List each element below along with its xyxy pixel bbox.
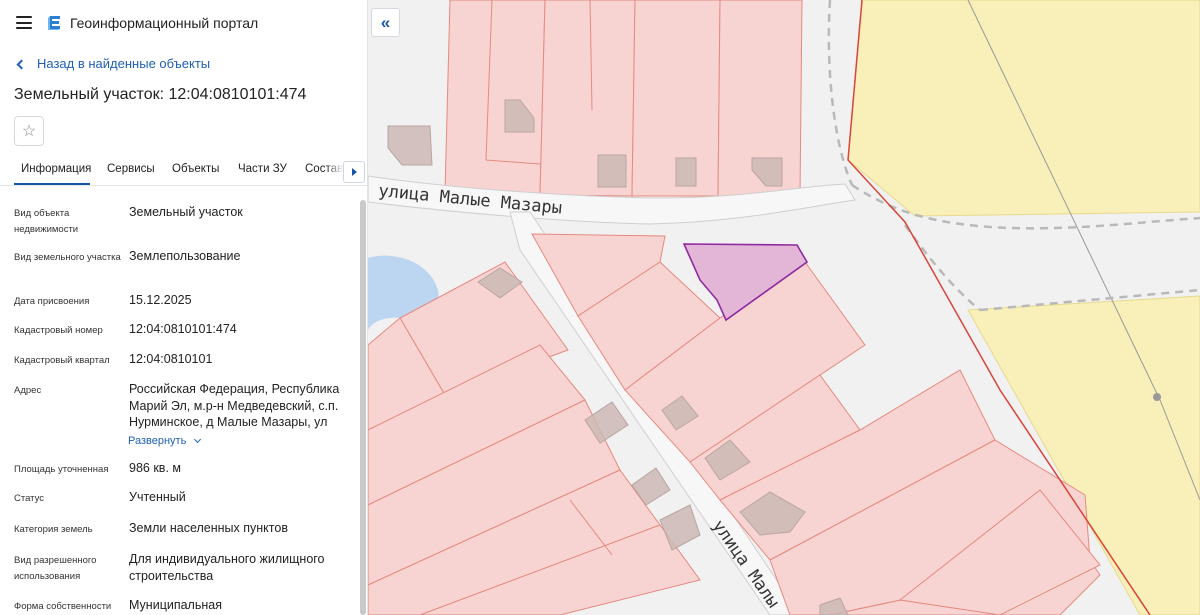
property-value: 15.12.2025 <box>129 293 192 307</box>
object-info-panel: Геоинформационный портал Назад в найденн… <box>0 0 368 615</box>
app-title: Геоинформационный портал <box>70 15 259 31</box>
tab-information[interactable]: Информация <box>21 163 91 175</box>
property-value: 12:04:0810101 <box>129 352 213 366</box>
portal-logo-icon <box>48 16 60 30</box>
property-key: Вид объекта недвижимости <box>14 208 79 235</box>
tab-objects[interactable]: Объекты <box>172 163 219 175</box>
collapse-panel-button[interactable]: « <box>371 8 400 37</box>
property-key: Дата присвоения <box>14 296 90 307</box>
panel-scrollbar[interactable] <box>360 200 366 615</box>
property-value: 12:04:0810101:474 <box>129 322 237 336</box>
property-key: Кадастровый квартал <box>14 355 110 366</box>
property-value: 986 кв. м <box>129 461 181 475</box>
chevron-left-icon <box>16 59 27 69</box>
property-value: Земельный участок <box>129 205 243 219</box>
back-label: Назад в найденные объекты <box>37 56 211 71</box>
property-key: Вид разрешенного использования <box>14 555 97 582</box>
tab-fade <box>326 158 344 184</box>
property-value: Для индивидуального жилищного строительс… <box>129 552 325 583</box>
active-tab-indicator <box>14 183 90 185</box>
agricultural-zone[interactable] <box>847 0 1200 217</box>
caret-right-icon <box>351 168 357 176</box>
property-key: Вид земельного участка <box>14 252 121 263</box>
favorite-button[interactable]: ☆ <box>14 116 44 146</box>
property-value: Землепользование <box>129 249 241 263</box>
property-value: Земли населенных пунктов <box>129 521 288 535</box>
property-value: Муниципальная <box>129 598 222 612</box>
property-key: Кадастровый номер <box>14 325 103 336</box>
expand-address-link[interactable]: Развернуть <box>128 435 202 447</box>
hamburger-icon[interactable] <box>16 16 32 29</box>
property-value: Учтенный <box>129 490 186 504</box>
back-to-results-link[interactable]: Назад в найденные объекты <box>16 56 211 71</box>
tab-services[interactable]: Сервисы <box>107 163 155 175</box>
chevron-down-icon <box>194 435 202 444</box>
app-header: Геоинформационный портал <box>0 0 367 46</box>
property-key: Адрес <box>14 385 42 396</box>
property-value: Российская Федерация, Республика Марий Э… <box>129 382 340 429</box>
tab-bar: Информация Сервисы Объекты Части ЗУ Сост… <box>0 156 367 186</box>
tabs-scroll-right-button[interactable] <box>343 161 365 183</box>
survey-point[interactable] <box>1153 393 1161 401</box>
expand-label: Развернуть <box>128 435 187 447</box>
tab-parts[interactable]: Части ЗУ <box>238 163 287 175</box>
property-key: Форма собственности <box>14 601 112 612</box>
star-icon: ☆ <box>21 123 37 140</box>
property-key: Площадь уточненная <box>14 464 109 475</box>
property-key: Статус <box>14 493 45 504</box>
page-title: Земельный участок: 12:04:0810101:474 <box>14 86 307 103</box>
property-key: Категория земель <box>14 524 93 535</box>
